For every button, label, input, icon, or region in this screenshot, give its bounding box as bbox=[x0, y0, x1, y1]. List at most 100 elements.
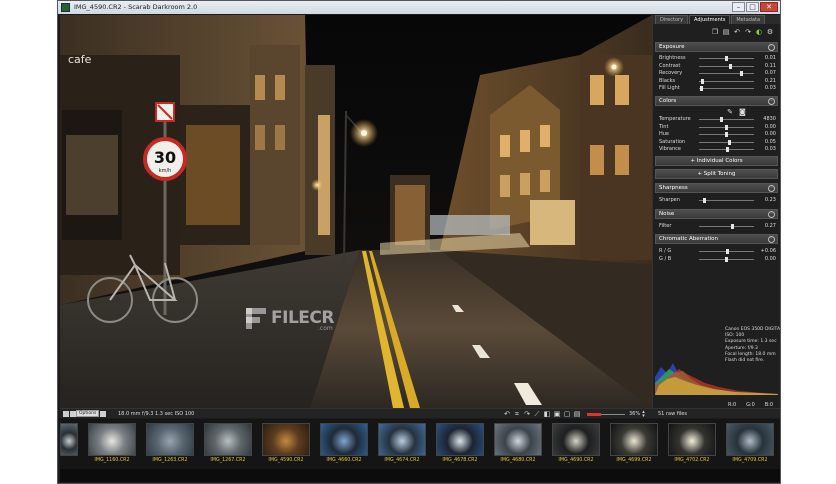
tab-adjustments[interactable]: Adjustments bbox=[689, 15, 731, 24]
process-icon[interactable]: ◐ bbox=[755, 28, 763, 36]
delete-icon[interactable] bbox=[100, 411, 106, 417]
filmstrip-thumbnail[interactable]: IMG_4678.CR2 bbox=[436, 423, 484, 463]
undo-icon[interactable]: ↶ bbox=[733, 28, 741, 36]
minimize-button[interactable]: – bbox=[732, 2, 745, 12]
thumbnail-image[interactable] bbox=[60, 423, 78, 456]
thumbnail-image[interactable] bbox=[610, 423, 658, 456]
filmstrip-thumbnail[interactable]: IMG_4674.CR2 bbox=[378, 423, 426, 463]
slider-value: 0.01 bbox=[764, 55, 776, 61]
rotate-right-icon[interactable]: ↷ bbox=[523, 410, 531, 418]
rotate-left-icon[interactable]: ↶ bbox=[503, 410, 511, 418]
slider-thumb[interactable] bbox=[726, 249, 730, 255]
thumbnail-image[interactable] bbox=[668, 423, 716, 456]
slider-track[interactable] bbox=[699, 88, 754, 90]
thumbnail-image[interactable] bbox=[494, 423, 542, 456]
slider-thumb[interactable] bbox=[719, 116, 723, 122]
filmstrip-thumbnail[interactable]: IMG_4590.CR2 bbox=[262, 423, 310, 463]
panel-tabs: Directory Adjustments Metadata bbox=[653, 15, 780, 24]
filmstrip-thumbnail[interactable]: IMG_4690.CR2 bbox=[552, 423, 600, 463]
filmstrip-thumbnail[interactable]: IMG_4699.CR2 bbox=[610, 423, 658, 463]
section-noise[interactable]: Noise ◦ bbox=[655, 208, 778, 219]
slider-track[interactable] bbox=[699, 73, 754, 75]
tab-metadata[interactable]: Metadata bbox=[731, 15, 766, 24]
split-toning-button[interactable]: + Split Toning bbox=[655, 168, 778, 179]
individual-colors-button[interactable]: + Individual Colors bbox=[655, 155, 778, 166]
reset-icon[interactable]: ◦ bbox=[768, 44, 775, 51]
thumbnail-image[interactable] bbox=[262, 423, 310, 456]
straighten-icon[interactable]: ⟋ bbox=[533, 410, 541, 418]
reset-icon[interactable]: ◦ bbox=[768, 236, 775, 244]
filmstrip-thumbnail[interactable]: IMG_1263.CR2 bbox=[146, 423, 194, 463]
paste-icon[interactable]: ▤ bbox=[722, 28, 730, 36]
slider-label: Blacks bbox=[659, 77, 676, 84]
thumbnail-image[interactable] bbox=[726, 423, 774, 456]
slider-thumb[interactable] bbox=[740, 71, 744, 77]
slider-thumb[interactable] bbox=[703, 197, 706, 203]
section-exposure[interactable]: Exposure ◦ bbox=[655, 42, 778, 52]
redo-icon[interactable]: ↷ bbox=[744, 28, 752, 36]
section-colors[interactable]: Colors ◦ bbox=[655, 95, 778, 106]
slider-track[interactable] bbox=[699, 80, 754, 82]
zoom-stepper[interactable]: ▴ ▾ bbox=[640, 410, 647, 419]
section-sharpness[interactable]: Sharpness ◦ bbox=[655, 182, 778, 193]
eyedropper-icon[interactable]: ✎ bbox=[727, 108, 733, 116]
camera-icon[interactable]: ◙ bbox=[739, 108, 746, 116]
crop-icon[interactable]: ⌗ bbox=[513, 410, 521, 418]
maximize-button[interactable]: □ bbox=[746, 2, 759, 12]
slider-thumb[interactable] bbox=[700, 86, 704, 92]
filmstrip-thumbnail[interactable]: IMG_4660.CR2 bbox=[320, 423, 368, 463]
filmstrip-thumbnail[interactable]: IMG_4709.CR2 bbox=[726, 423, 774, 463]
grid-view-icon[interactable] bbox=[63, 411, 69, 417]
compare-icon[interactable]: ◧ bbox=[543, 410, 551, 418]
thumbnail-label: IMG_1263.CR2 bbox=[152, 458, 188, 463]
filmstrip-thumbnail[interactable]: IMG_1160.CR2 bbox=[88, 423, 136, 463]
thumbnail-image[interactable] bbox=[204, 423, 252, 456]
thumbnail-image[interactable] bbox=[378, 423, 426, 456]
reset-icon[interactable]: ◦ bbox=[768, 97, 775, 105]
options-button[interactable]: Options bbox=[76, 410, 100, 417]
thumbnail-image[interactable] bbox=[436, 423, 484, 456]
slider-thumb[interactable] bbox=[700, 78, 704, 84]
thumbnail-image[interactable] bbox=[146, 423, 194, 456]
thumbnail-image[interactable] bbox=[88, 423, 136, 456]
save-icon[interactable]: ▤ bbox=[573, 410, 581, 418]
slider-track[interactable] bbox=[699, 65, 754, 67]
filmstrip-thumbnail[interactable]: IMG_4680.CR2 bbox=[494, 423, 542, 463]
slider-thumb[interactable] bbox=[729, 63, 733, 69]
slider-track[interactable] bbox=[699, 199, 754, 201]
title-bar[interactable]: IMG_4590.CR2 - Scarab Darkroom 2.0 – □ ✕ bbox=[58, 1, 780, 14]
watermark: FILECR .com bbox=[244, 305, 344, 335]
slider-thumb[interactable] bbox=[725, 256, 728, 262]
slider-thumb[interactable] bbox=[727, 139, 731, 145]
filmstrip-thumbnail[interactable]: IMG_1267.CR2 bbox=[204, 423, 252, 463]
thumbnail-image[interactable] bbox=[552, 423, 600, 456]
slider-track[interactable] bbox=[699, 225, 754, 227]
slider-track[interactable] bbox=[699, 141, 754, 143]
tab-directory[interactable]: Directory bbox=[655, 15, 689, 24]
copy-icon[interactable]: ❐ bbox=[711, 28, 719, 36]
slider-track[interactable] bbox=[699, 118, 754, 120]
slider-value: +0.06 bbox=[760, 248, 776, 255]
slider-thumb[interactable] bbox=[725, 56, 728, 61]
thumbnail-label: IMG_4678.CR2 bbox=[442, 458, 478, 463]
section-chromatic-aberration[interactable]: Chromatic Aberration ◦ bbox=[655, 234, 778, 245]
slider-thumb[interactable] bbox=[725, 132, 728, 138]
filmstrip-thumbnail[interactable]: IMG_4702.CR2 bbox=[668, 423, 716, 463]
slider-thumb[interactable] bbox=[725, 124, 728, 130]
split-toning-label: + Split Toning bbox=[697, 170, 736, 177]
watermark-logo-icon bbox=[246, 308, 266, 329]
photo-preview[interactable]: cafe 30 km/h FILECR .com bbox=[60, 15, 652, 408]
fullscreen-icon[interactable]: ▢ bbox=[563, 410, 571, 418]
reset-icon[interactable]: ◦ bbox=[768, 210, 775, 218]
slider-thumb[interactable] bbox=[726, 147, 730, 153]
slider-row: R / G +0.06 bbox=[653, 248, 780, 256]
slider-thumb[interactable] bbox=[730, 223, 734, 229]
close-button[interactable]: ✕ bbox=[760, 2, 778, 12]
slider-row: Contrast 0.11 bbox=[653, 63, 780, 71]
thumbnail-image[interactable] bbox=[320, 423, 368, 456]
reset-icon[interactable]: ◦ bbox=[768, 184, 775, 192]
filmstrip-thumbnail[interactable] bbox=[60, 423, 78, 463]
fit-icon[interactable]: ▣ bbox=[553, 410, 561, 418]
slider-row: Sharpen 0.23 bbox=[653, 197, 780, 205]
gear-icon[interactable]: ⚙ bbox=[766, 28, 774, 36]
